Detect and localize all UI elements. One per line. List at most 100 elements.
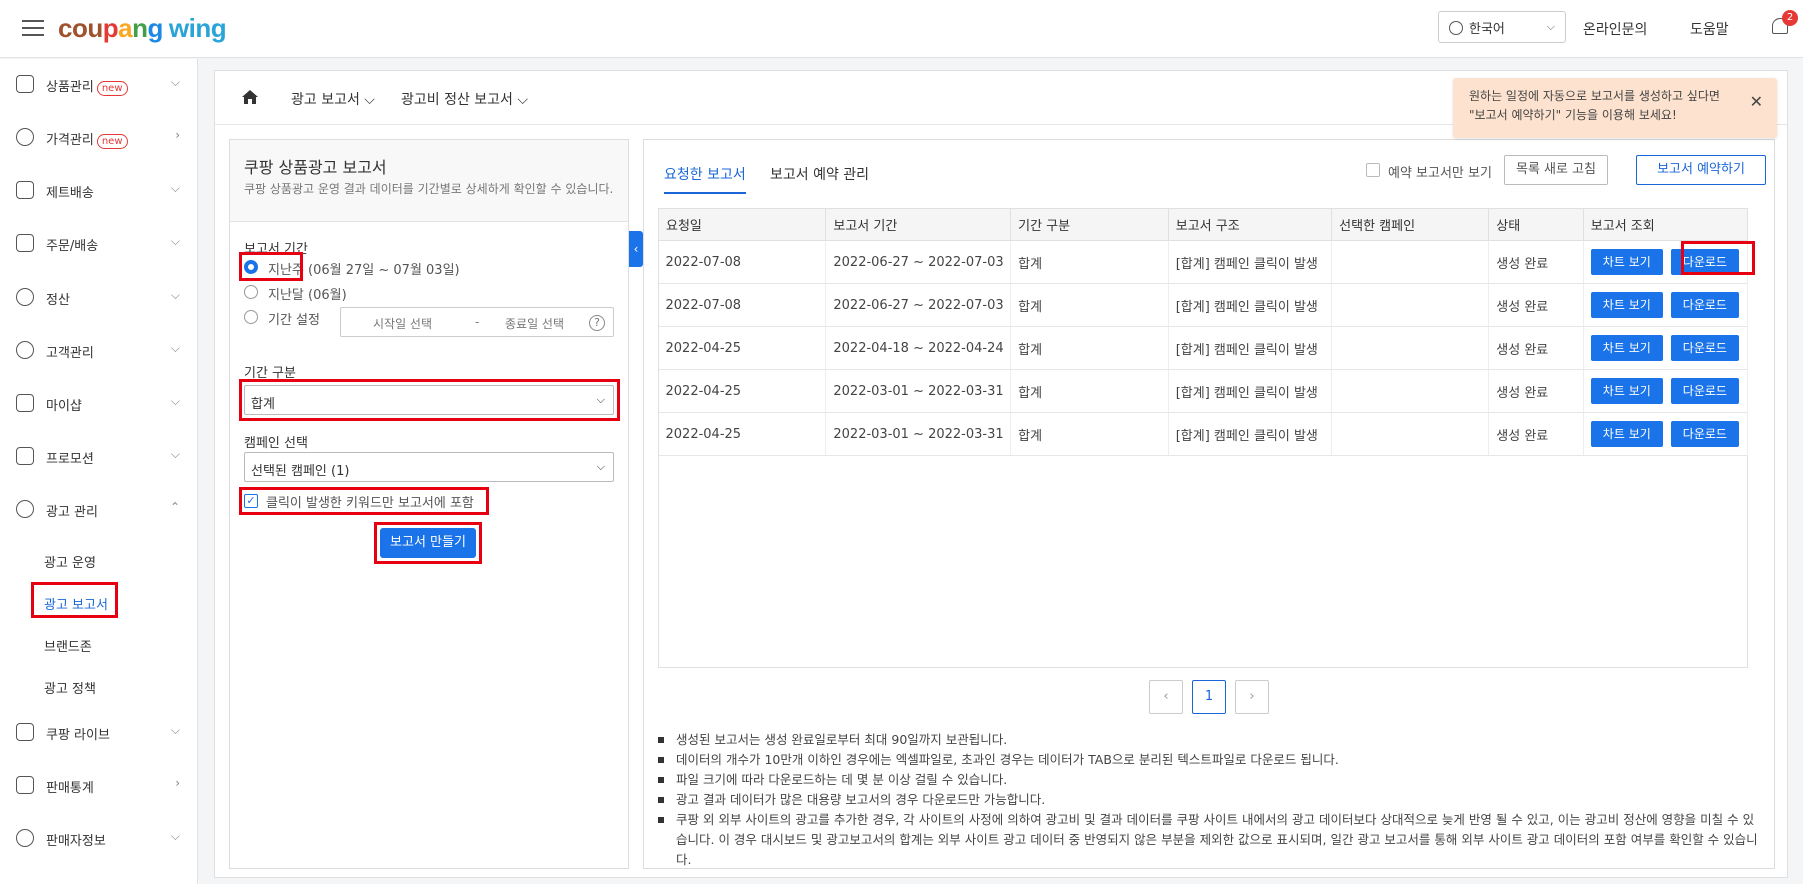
top-bar: coupang wing 한국어 ⌵ 온라인문의 도움말 2 xyxy=(0,0,1803,58)
language-select[interactable]: 한국어 ⌵ xyxy=(1438,11,1566,43)
chevron-down-icon: ⌵ xyxy=(170,829,180,843)
sidebar-item-sales-stats[interactable]: 판매통계 › xyxy=(0,766,198,806)
notification-badge: 2 xyxy=(1782,10,1798,26)
table-row: 2022-04-25 2022-04-18 ~ 2022-04-24 합계 [합… xyxy=(658,326,1749,370)
sidebar-subitem-brand-zone[interactable]: 브랜드존 xyxy=(44,636,92,655)
report-list-panel: 요청한 보고서 보고서 예약 관리 예약 보고서만 보기 목록 새로 고침 보고… xyxy=(643,139,1775,869)
chevron-down-icon: ⌵ xyxy=(1546,20,1555,33)
chart-view-button[interactable]: 차트 보기 xyxy=(1590,249,1663,275)
radio-last-month-label: 지난달 (06월) xyxy=(268,288,347,303)
breadcrumb-ad-report[interactable]: 광고 보고서 ⌵ xyxy=(291,89,375,109)
sidebar-item-promotion[interactable]: 프로모션 ⌵ xyxy=(0,437,198,477)
sidebar-subitem-ad-policy[interactable]: 광고 정책 xyxy=(44,678,96,697)
report-form-panel: 쿠팡 상품광고 보고서 쿠팡 상품광고 운영 결과 데이터를 기간별로 상세하게… xyxy=(229,139,629,869)
radio-last-month[interactable] xyxy=(244,285,258,299)
clicked-keywords-checkbox[interactable]: ✓ xyxy=(244,494,258,508)
download-button[interactable]: 다운로드 xyxy=(1670,335,1739,361)
sidebar-item-pricing[interactable]: 가격관리 new › xyxy=(0,118,198,158)
radio-last-week-range: (06월 27일 ~ 07월 03일) xyxy=(308,263,460,278)
chart-view-button[interactable]: 차트 보기 xyxy=(1590,335,1663,361)
breakdown-label: 기간 구분 xyxy=(244,366,296,381)
box-icon xyxy=(16,75,34,93)
pagination-page-1[interactable]: 1 xyxy=(1192,680,1226,714)
sidebar-item-jet-delivery[interactable]: 제트배송 ⌵ xyxy=(0,171,198,211)
col-header-campaign: 선택한 캠페인 xyxy=(1331,208,1490,241)
chevron-down-icon: ⌵ xyxy=(170,288,180,302)
truck-icon xyxy=(16,234,34,252)
sidebar-subitem-ad-operation[interactable]: 광고 운영 xyxy=(44,552,96,571)
col-header-report-period: 보고서 기간 xyxy=(825,208,1012,241)
globe-icon xyxy=(1449,21,1463,35)
reserved-only-label: 예약 보고서만 보기 xyxy=(1388,166,1492,181)
report-notes: 생성된 보고서는 생성 완료일로부터 최대 90일까지 보관됩니다. 데이터의 … xyxy=(658,730,1763,870)
help-icon[interactable]: ? xyxy=(589,315,605,331)
sidebar-item-settlement[interactable]: 정산 ⌵ xyxy=(0,278,198,318)
create-report-button[interactable]: 보고서 만들기 xyxy=(380,528,476,558)
tab-requested-reports[interactable]: 요청한 보고서 xyxy=(664,164,746,194)
online-inquiry-link[interactable]: 온라인문의 xyxy=(1583,19,1647,39)
col-header-request-date: 요청일 xyxy=(657,208,827,241)
notification-bell-icon[interactable]: 2 xyxy=(1772,10,1798,38)
shop-icon xyxy=(16,394,34,412)
reserve-report-button[interactable]: 보고서 예약하기 xyxy=(1636,155,1766,185)
sidebar-item-orders[interactable]: 주문/배송 ⌵ xyxy=(0,224,198,264)
sidebar-item-customers[interactable]: 고객관리 ⌵ xyxy=(0,331,198,371)
collapse-panel-toggle[interactable]: ‹ xyxy=(629,231,643,267)
close-icon[interactable]: ✕ xyxy=(1750,92,1763,111)
chart-view-button[interactable]: 차트 보기 xyxy=(1590,378,1663,404)
col-header-status: 상태 xyxy=(1488,208,1584,241)
chevron-down-icon: ⌵ xyxy=(170,394,180,408)
end-date-input[interactable]: 종료일 선택 xyxy=(505,315,564,332)
chevron-right-icon: › xyxy=(175,128,180,142)
reserved-only-checkbox[interactable] xyxy=(1366,163,1380,177)
pagination-prev[interactable]: ‹ xyxy=(1149,680,1183,714)
sidebar-item-seller-info[interactable]: 판매자정보 ⌵ xyxy=(0,819,198,859)
chevron-down-icon: ⌵ xyxy=(170,447,180,461)
clock-icon xyxy=(16,500,34,518)
breadcrumb-ad-settlement[interactable]: 광고비 정산 보고서 ⌵ xyxy=(401,89,528,109)
chevron-down-icon: ⌵ xyxy=(170,723,180,737)
rocket-icon xyxy=(16,181,34,199)
period-label: 보고서 기간 xyxy=(244,242,308,257)
sidebar-item-coupang-live[interactable]: 쿠팡 라이브 ⌵ xyxy=(0,713,198,753)
chart-view-button[interactable]: 차트 보기 xyxy=(1590,421,1663,447)
reservation-tooltip: 원하는 일정에 자동으로 보고서를 생성하고 싶다면 "보고서 예약하기" 기능… xyxy=(1453,78,1777,138)
date-range-input[interactable]: 시작일 선택 - 종료일 선택 ? xyxy=(340,307,614,337)
breakdown-select[interactable]: 합계 ⌵ xyxy=(244,385,614,415)
user-icon xyxy=(16,829,34,847)
download-button[interactable]: 다운로드 xyxy=(1670,421,1739,447)
sidebar-item-ad-management[interactable]: 광고 관리 ⌃ xyxy=(0,490,198,530)
radio-last-week[interactable] xyxy=(244,260,258,274)
home-icon[interactable] xyxy=(241,89,259,105)
download-button[interactable]: 다운로드 xyxy=(1670,292,1739,318)
coupang-wing-logo[interactable]: coupang wing xyxy=(58,13,227,44)
chevron-down-icon: ⌵ xyxy=(170,341,180,355)
sidebar-item-products[interactable]: 상품관리 new ⌵ xyxy=(0,65,198,105)
chevron-right-icon: › xyxy=(175,776,180,790)
sidebar-subitem-ad-report[interactable]: 광고 보고서 xyxy=(44,594,108,613)
radio-custom-period[interactable] xyxy=(244,310,258,324)
radio-last-week-label: 지난주 xyxy=(268,263,304,278)
help-link[interactable]: 도움말 xyxy=(1690,19,1729,39)
col-header-view: 보고서 조회 xyxy=(1582,208,1749,241)
ticket-icon xyxy=(16,447,34,465)
tab-reservation-management[interactable]: 보고서 예약 관리 xyxy=(770,164,869,192)
main-content: 광고 보고서 ⌵ 광고비 정산 보고서 ⌵ 쿠팡 상품광고 보고서 쿠팡 상품광… xyxy=(214,70,1788,878)
sidebar-item-myshop[interactable]: 마이샵 ⌵ xyxy=(0,384,198,424)
report-table: 요청일 보고서 기간 기간 구분 보고서 구조 선택한 캠페인 상태 보고서 조… xyxy=(657,208,1749,456)
pagination-next[interactable]: › xyxy=(1235,680,1269,714)
table-row: 2022-04-25 2022-03-01 ~ 2022-03-31 합계 [합… xyxy=(658,369,1749,413)
chevron-down-icon: ⌵ xyxy=(596,393,605,406)
chart-view-button[interactable]: 차트 보기 xyxy=(1590,292,1663,318)
refresh-list-button[interactable]: 목록 새로 고침 xyxy=(1504,155,1608,185)
campaign-label: 캠페인 선택 xyxy=(244,436,308,451)
download-button[interactable]: 다운로드 xyxy=(1670,249,1739,275)
hamburger-menu-icon[interactable] xyxy=(22,20,44,36)
download-button[interactable]: 다운로드 xyxy=(1670,378,1739,404)
panel-title: 쿠팡 상품광고 보고서 xyxy=(244,158,387,177)
chevron-down-icon: ⌵ xyxy=(596,460,605,473)
start-date-input[interactable]: 시작일 선택 xyxy=(373,315,432,332)
clicked-keywords-label: 클릭이 발생한 키워드만 보고서에 포함 xyxy=(266,496,474,511)
chevron-down-icon: ⌵ xyxy=(170,234,180,248)
campaign-select[interactable]: 선택된 캠페인 (1) ⌵ xyxy=(244,452,614,482)
